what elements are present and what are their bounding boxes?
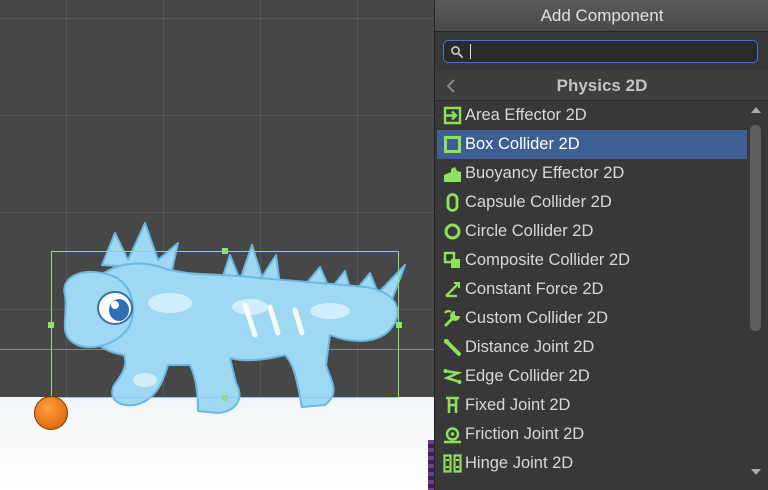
- list-item-label: Custom Collider 2D: [465, 309, 609, 327]
- list-item-hinge-joint-2d[interactable]: Hinge Joint 2D: [437, 449, 747, 478]
- chevron-left-icon[interactable]: [444, 78, 458, 94]
- list-item-composite-collider-2d[interactable]: Composite Collider 2D: [437, 246, 747, 275]
- edge-collider-icon: [443, 369, 462, 384]
- capsule-collider-icon: [446, 193, 459, 212]
- list-item-fixed-joint-2d[interactable]: Fixed Joint 2D: [437, 391, 747, 420]
- list-item-label: Edge Collider 2D: [465, 367, 590, 385]
- scrollbar-thumb[interactable]: [750, 125, 761, 331]
- buoyancy-effector-icon: [444, 167, 461, 182]
- list-item-edge-collider-2d[interactable]: Edge Collider 2D: [437, 362, 747, 391]
- list-item-label: Composite Collider 2D: [465, 251, 631, 269]
- friction-joint-icon: [444, 427, 461, 444]
- box-collider-icon: [444, 136, 461, 153]
- list-item-label: Box Collider 2D: [465, 135, 580, 153]
- collider-handle-right[interactable]: [396, 322, 402, 328]
- scene-view[interactable]: [0, 0, 434, 490]
- box-collider-outline[interactable]: [51, 251, 399, 398]
- orange-ball-sprite[interactable]: [34, 396, 68, 430]
- list-item-circle-collider-2d[interactable]: Circle Collider 2D: [437, 217, 747, 246]
- distance-joint-icon: [444, 339, 461, 356]
- text-caret: [470, 44, 471, 59]
- list-item-distance-joint-2d[interactable]: Distance Joint 2D: [437, 333, 747, 362]
- list-item-friction-joint-2d[interactable]: Friction Joint 2D: [437, 420, 747, 449]
- list-item-custom-collider-2d[interactable]: Custom Collider 2D: [437, 304, 747, 333]
- list-item-label: Buoyancy Effector 2D: [465, 164, 625, 182]
- list-item-constant-force-2d[interactable]: Constant Force 2D: [437, 275, 747, 304]
- search-icon: [451, 46, 463, 58]
- list-item-box-collider-2d[interactable]: Box Collider 2D: [437, 130, 747, 159]
- list-item-label: Constant Force 2D: [465, 280, 604, 298]
- scroll-down-arrow-icon[interactable]: [751, 469, 761, 475]
- category-title: Physics 2D: [556, 76, 648, 95]
- component-list-scrollbar[interactable]: [747, 101, 765, 490]
- search-input[interactable]: [466, 42, 752, 61]
- category-header: Physics 2D: [435, 71, 768, 101]
- component-list: Area Effector 2D Box Collider 2D Buoyanc…: [435, 101, 747, 490]
- scroll-up-arrow-icon[interactable]: [751, 107, 761, 113]
- list-item-label: Fixed Joint 2D: [465, 396, 571, 414]
- constant-force-icon: [445, 282, 460, 298]
- list-item-label: Capsule Collider 2D: [465, 193, 612, 211]
- add-component-panel: Add Component Physics 2D Area Effector 2…: [434, 0, 768, 490]
- list-item-capsule-collider-2d[interactable]: Capsule Collider 2D: [437, 188, 747, 217]
- list-item-label: Hinge Joint 2D: [465, 454, 574, 472]
- collider-handle-left[interactable]: [48, 322, 54, 328]
- fixed-joint-icon: [446, 396, 459, 413]
- list-item-buoyancy-effector-2d[interactable]: Buoyancy Effector 2D: [437, 159, 747, 188]
- list-item-area-effector-2d[interactable]: Area Effector 2D: [437, 101, 747, 130]
- list-item-label: Area Effector 2D: [465, 106, 587, 124]
- collider-handle-top[interactable]: [222, 248, 228, 254]
- circle-collider-icon: [444, 223, 461, 240]
- custom-collider-icon: [444, 309, 460, 327]
- list-item-label: Distance Joint 2D: [465, 338, 595, 356]
- add-component-header[interactable]: Add Component: [435, 0, 768, 32]
- list-item-label: Friction Joint 2D: [465, 425, 585, 443]
- list-item-label: Circle Collider 2D: [465, 222, 594, 240]
- search-field[interactable]: [443, 40, 758, 63]
- hinge-joint-icon: [443, 454, 462, 473]
- collider-handle-bottom[interactable]: [222, 395, 228, 401]
- composite-collider-icon: [443, 251, 460, 268]
- area-effector-icon: [443, 106, 462, 125]
